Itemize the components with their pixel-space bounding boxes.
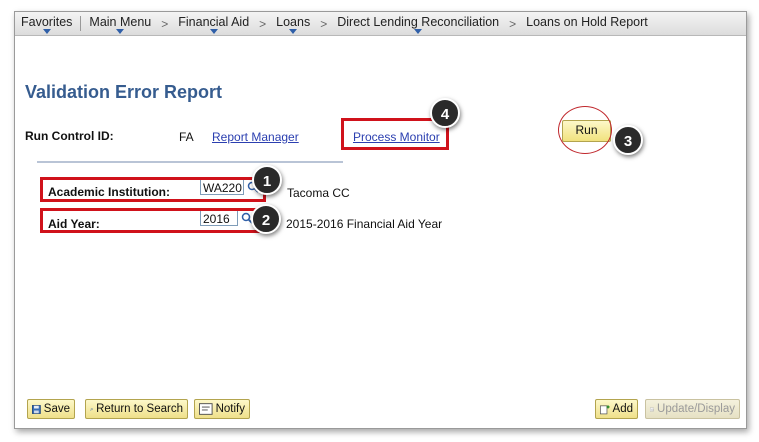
run-button[interactable]: Run — [562, 120, 611, 142]
aid-year-description: 2015-2016 Financial Aid Year — [286, 217, 443, 231]
nav-loans-on-hold-report[interactable]: Loans on Hold Report — [520, 12, 654, 35]
update-display-label: Update/Display — [657, 403, 735, 415]
chevron-right-icon: > — [509, 16, 517, 31]
nav-direct-lending-reconciliation[interactable]: Direct Lending Reconciliation — [331, 12, 505, 35]
run-control-value: FA — [179, 130, 194, 144]
add-button[interactable]: Add — [595, 399, 638, 419]
page-title: Validation Error Report — [25, 82, 223, 102]
notify-button-label: Notify — [215, 403, 245, 415]
update-display-icon — [650, 406, 654, 412]
chevron-right-icon: > — [259, 16, 267, 31]
academic-institution-description: Tacoma CC — [287, 186, 350, 200]
academic-institution-label: Academic Institution: — [48, 185, 171, 199]
callout-badge-2: 2 — [251, 204, 281, 234]
dropdown-arrow-icon — [42, 29, 51, 34]
callout-badge-1: 1 — [252, 165, 282, 195]
nav-loans[interactable]: Loans — [270, 12, 316, 35]
aid-year-label: Aid Year: — [48, 217, 100, 231]
dropdown-arrow-icon — [289, 29, 298, 34]
app-window: Favorites Main Menu > Financial Aid > Lo… — [14, 11, 747, 429]
process-monitor-link[interactable]: Process Monitor — [353, 130, 440, 144]
nav-financial-aid[interactable]: Financial Aid — [172, 12, 255, 35]
callout-badge-3: 3 — [613, 125, 643, 155]
dropdown-arrow-icon — [209, 29, 218, 34]
notify-icon — [199, 403, 213, 415]
add-icon — [600, 404, 610, 414]
return-to-search-button[interactable]: Return to Search — [85, 399, 188, 419]
search-icon — [90, 407, 93, 411]
save-button[interactable]: Save — [27, 399, 75, 419]
nav-main-menu[interactable]: Main Menu — [83, 12, 157, 35]
breadcrumb-nav: Favorites Main Menu > Financial Aid > Lo… — [15, 12, 746, 36]
save-icon — [32, 404, 41, 414]
chevron-right-icon: > — [161, 16, 169, 31]
run-control-label: Run Control ID: — [25, 129, 114, 143]
nav-divider — [80, 16, 82, 31]
nav-favorites-label: Favorites — [21, 15, 73, 29]
nav-favorites[interactable]: Favorites — [15, 12, 78, 35]
nav-direct-lending-label: Direct Lending Reconciliation — [337, 15, 500, 29]
nav-financial-aid-label: Financial Aid — [178, 15, 250, 29]
update-display-button: Update/Display — [645, 399, 740, 419]
aid-year-input[interactable]: 2016 — [200, 210, 238, 226]
dropdown-arrow-icon — [116, 29, 125, 34]
nav-loans-on-hold-label: Loans on Hold Report — [526, 15, 648, 29]
section-divider — [37, 161, 343, 163]
nav-main-menu-label: Main Menu — [89, 15, 152, 29]
save-button-label: Save — [43, 403, 70, 415]
nav-loans-label: Loans — [276, 15, 311, 29]
academic-institution-input[interactable]: WA220 — [200, 179, 244, 195]
return-to-search-label: Return to Search — [96, 403, 183, 415]
dropdown-arrow-icon — [414, 29, 423, 34]
add-button-label: Add — [612, 403, 633, 415]
report-manager-link[interactable]: Report Manager — [212, 130, 299, 144]
callout-badge-4: 4 — [430, 98, 460, 128]
chevron-right-icon: > — [320, 16, 328, 31]
notify-button[interactable]: Notify — [194, 399, 250, 419]
